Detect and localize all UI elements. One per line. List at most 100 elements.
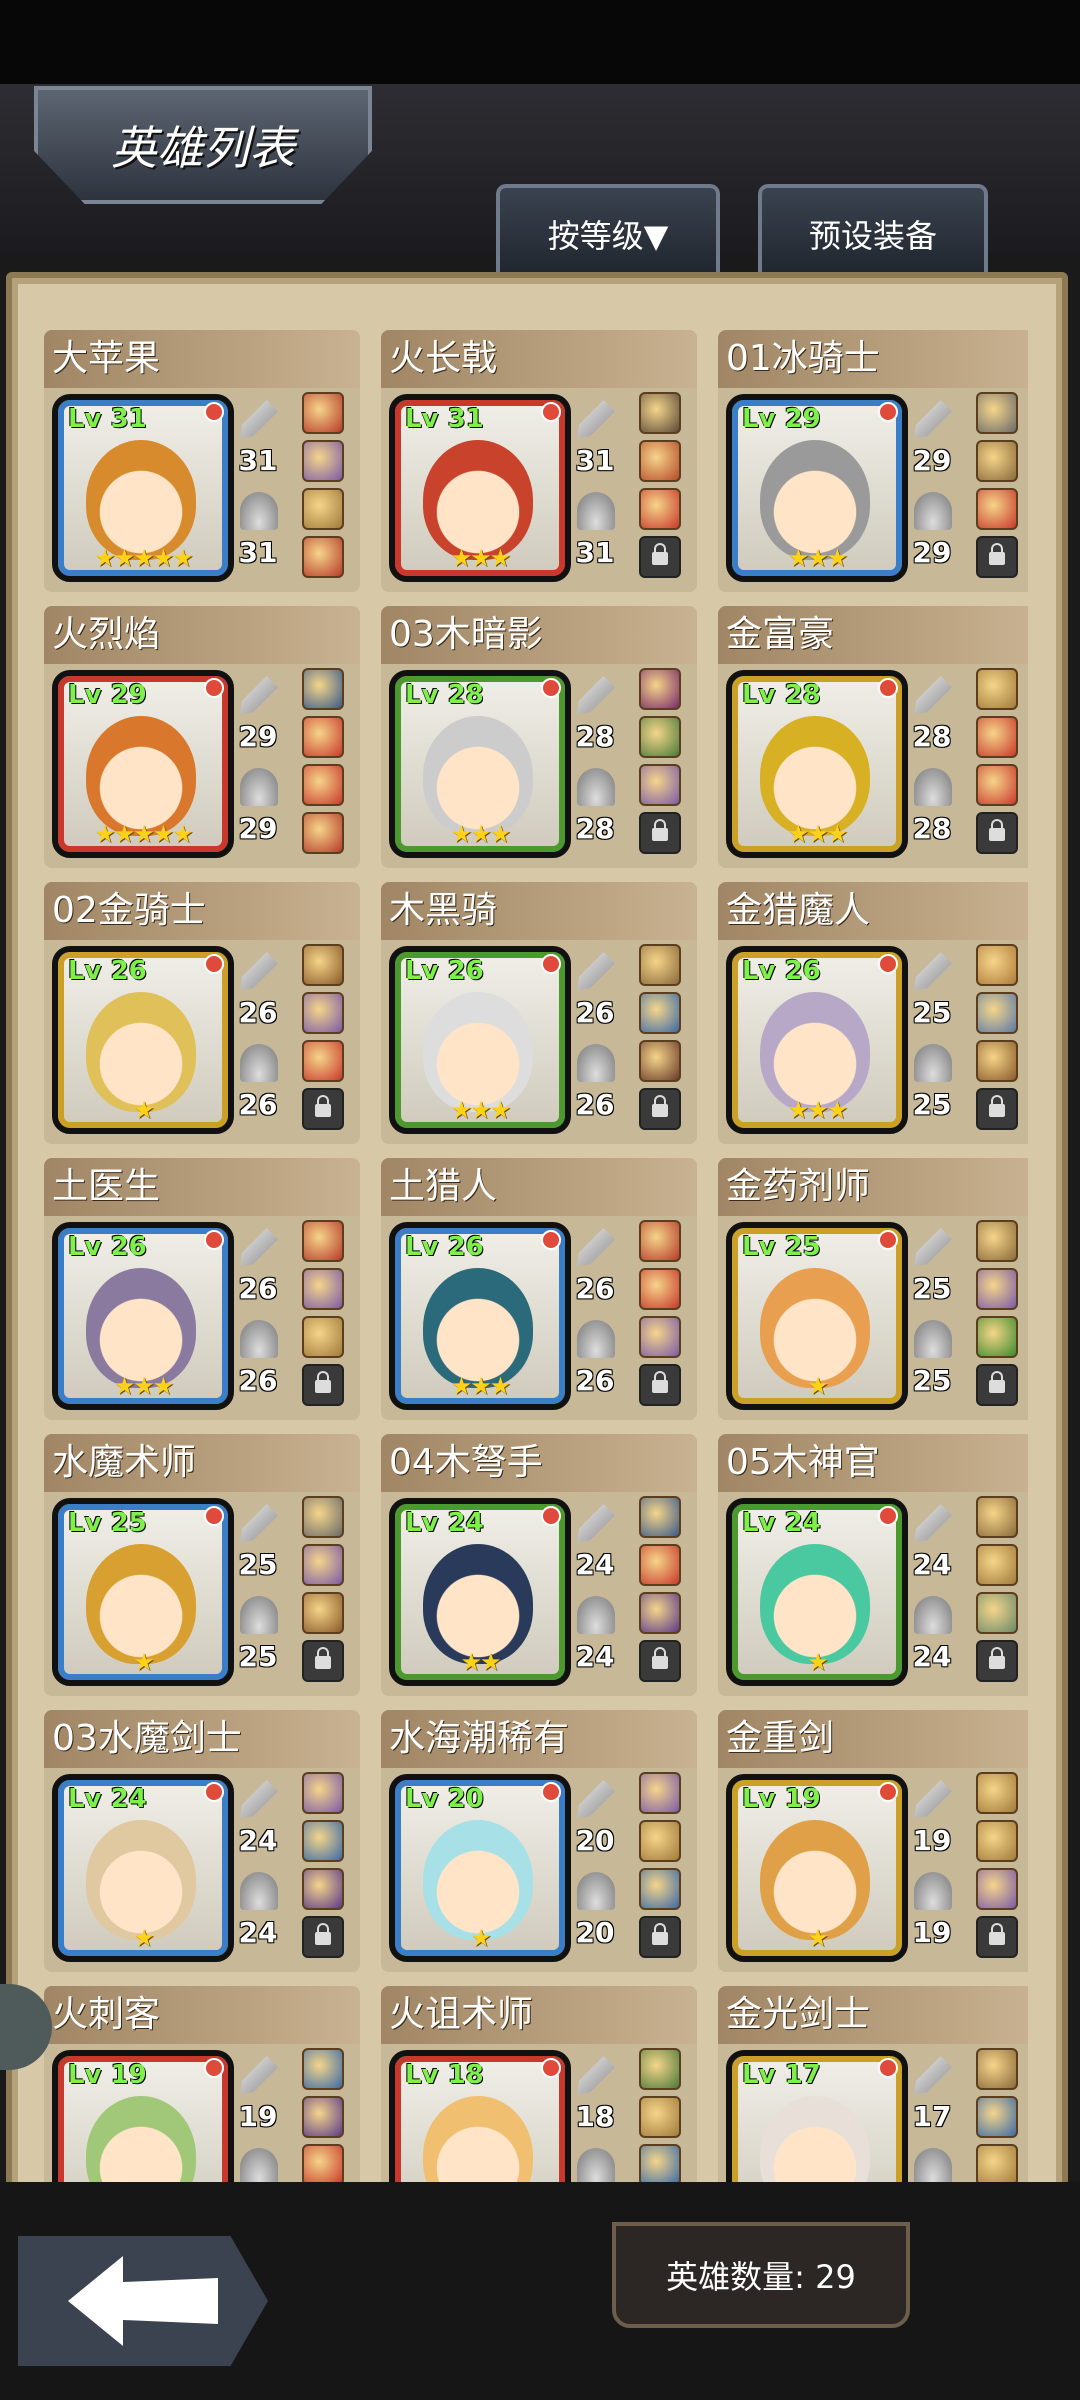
equipment-slot-icon[interactable] <box>639 440 681 482</box>
hero-card[interactable]: 03水魔剑士 Lv 24 ★ 24 24 <box>44 1710 360 1972</box>
hero-portrait[interactable]: Lv 24 ★ <box>726 1498 908 1686</box>
equipment-slot-icon[interactable] <box>639 1040 681 1082</box>
hero-card[interactable]: 01冰骑士 Lv 29 ★★★ 29 29 <box>718 330 1028 592</box>
hero-card[interactable]: 金药剂师 Lv 25 ★ 25 25 <box>718 1158 1028 1420</box>
equipment-slot-icon[interactable] <box>302 668 344 710</box>
locked-slot-icon[interactable] <box>639 1640 681 1682</box>
hero-portrait[interactable]: Lv 28 ★★★ <box>726 670 908 858</box>
equipment-slot-icon[interactable] <box>302 992 344 1034</box>
equipment-slot-icon[interactable] <box>976 1316 1018 1358</box>
equipment-slot-icon[interactable] <box>976 764 1018 806</box>
equipment-slot-icon[interactable] <box>976 440 1018 482</box>
locked-slot-icon[interactable] <box>976 536 1018 578</box>
hero-portrait[interactable]: Lv 24 ★ <box>52 1774 234 1962</box>
hero-portrait[interactable]: Lv 28 ★★★ <box>389 670 571 858</box>
hero-portrait[interactable]: Lv 19 <box>52 2050 234 2182</box>
equipment-slot-icon[interactable] <box>639 764 681 806</box>
equipment-slot-icon[interactable] <box>976 1220 1018 1262</box>
equipment-slot-icon[interactable] <box>302 536 344 578</box>
equipment-slot-icon[interactable] <box>976 1820 1018 1862</box>
hero-portrait[interactable]: Lv 24 ★★ <box>389 1498 571 1686</box>
hero-portrait[interactable]: Lv 25 ★ <box>726 1222 908 1410</box>
hero-card[interactable]: 03木暗影 Lv 28 ★★★ 28 28 <box>381 606 697 868</box>
locked-slot-icon[interactable] <box>302 1364 344 1406</box>
equipment-slot-icon[interactable] <box>302 440 344 482</box>
preset-equipment-button[interactable]: 预设装备 <box>758 184 988 280</box>
hero-card[interactable]: 金光剑士 Lv 17 17 <box>718 1986 1028 2182</box>
equipment-slot-icon[interactable] <box>639 1316 681 1358</box>
equipment-slot-icon[interactable] <box>302 1316 344 1358</box>
hero-portrait[interactable]: Lv 26 ★ <box>52 946 234 1134</box>
hero-card[interactable]: 水海潮稀有 Lv 20 ★ 20 20 <box>381 1710 697 1972</box>
hero-card[interactable]: 金重剑 Lv 19 ★ 19 19 <box>718 1710 1028 1972</box>
equipment-slot-icon[interactable] <box>976 716 1018 758</box>
hero-portrait[interactable]: Lv 20 ★ <box>389 1774 571 1962</box>
equipment-slot-icon[interactable] <box>639 944 681 986</box>
hero-card[interactable]: 火诅术师 Lv 18 18 <box>381 1986 697 2182</box>
hero-portrait[interactable]: Lv 31 ★★★ <box>389 394 571 582</box>
equipment-slot-icon[interactable] <box>639 1820 681 1862</box>
equipment-slot-icon[interactable] <box>302 2144 344 2182</box>
locked-slot-icon[interactable] <box>639 812 681 854</box>
equipment-slot-icon[interactable] <box>976 992 1018 1034</box>
equipment-slot-icon[interactable] <box>639 2144 681 2182</box>
equipment-slot-icon[interactable] <box>639 488 681 530</box>
locked-slot-icon[interactable] <box>976 812 1018 854</box>
hero-card[interactable]: 水魔术师 Lv 25 ★ 25 25 <box>44 1434 360 1696</box>
equipment-slot-icon[interactable] <box>639 716 681 758</box>
equipment-slot-icon[interactable] <box>302 944 344 986</box>
equipment-slot-icon[interactable] <box>976 1772 1018 1814</box>
hero-card[interactable]: 火刺客 Lv 19 19 <box>44 1986 360 2182</box>
equipment-slot-icon[interactable] <box>302 1868 344 1910</box>
equipment-slot-icon[interactable] <box>639 1268 681 1310</box>
hero-card[interactable]: 金富豪 Lv 28 ★★★ 28 28 <box>718 606 1028 868</box>
hero-portrait[interactable]: Lv 26 ★★★ <box>52 1222 234 1410</box>
equipment-slot-icon[interactable] <box>302 812 344 854</box>
equipment-slot-icon[interactable] <box>976 2048 1018 2090</box>
sort-by-level-button[interactable]: 按等级▼ <box>496 184 720 280</box>
locked-slot-icon[interactable] <box>976 1916 1018 1958</box>
equipment-slot-icon[interactable] <box>302 2096 344 2138</box>
hero-card[interactable]: 05木神官 Lv 24 ★ 24 24 <box>718 1434 1028 1696</box>
equipment-slot-icon[interactable] <box>639 992 681 1034</box>
equipment-slot-icon[interactable] <box>639 2048 681 2090</box>
hero-card[interactable]: 火长戟 Lv 31 ★★★ 31 31 <box>381 330 697 592</box>
equipment-slot-icon[interactable] <box>639 1496 681 1538</box>
hero-portrait[interactable]: Lv 29 ★★★ <box>726 394 908 582</box>
back-button[interactable] <box>18 2236 268 2366</box>
equipment-slot-icon[interactable] <box>976 1040 1018 1082</box>
equipment-slot-icon[interactable] <box>976 1268 1018 1310</box>
equipment-slot-icon[interactable] <box>976 2144 1018 2182</box>
equipment-slot-icon[interactable] <box>639 1868 681 1910</box>
equipment-slot-icon[interactable] <box>639 668 681 710</box>
hero-card[interactable]: 土猎人 Lv 26 ★★★ 26 26 <box>381 1158 697 1420</box>
hero-card[interactable]: 木黑骑 Lv 26 ★★★ 26 26 <box>381 882 697 1144</box>
equipment-slot-icon[interactable] <box>976 1868 1018 1910</box>
equipment-slot-icon[interactable] <box>302 1220 344 1262</box>
hero-card[interactable]: 大苹果 Lv 31 ★★★★★ 31 31 <box>44 330 360 592</box>
hero-portrait[interactable]: Lv 25 ★ <box>52 1498 234 1686</box>
equipment-slot-icon[interactable] <box>302 1040 344 1082</box>
equipment-slot-icon[interactable] <box>302 1592 344 1634</box>
equipment-slot-icon[interactable] <box>976 2096 1018 2138</box>
hero-portrait[interactable]: Lv 19 ★ <box>726 1774 908 1962</box>
equipment-slot-icon[interactable] <box>976 1544 1018 1586</box>
hero-card[interactable]: 土医生 Lv 26 ★★★ 26 26 <box>44 1158 360 1420</box>
hero-portrait[interactable]: Lv 18 <box>389 2050 571 2182</box>
equipment-slot-icon[interactable] <box>639 1592 681 1634</box>
equipment-slot-icon[interactable] <box>302 1544 344 1586</box>
equipment-slot-icon[interactable] <box>639 1220 681 1262</box>
locked-slot-icon[interactable] <box>639 1916 681 1958</box>
hero-portrait[interactable]: Lv 26 ★★★ <box>389 946 571 1134</box>
equipment-slot-icon[interactable] <box>302 716 344 758</box>
equipment-slot-icon[interactable] <box>302 2048 344 2090</box>
equipment-slot-icon[interactable] <box>639 392 681 434</box>
hero-portrait[interactable]: Lv 29 ★★★★★ <box>52 670 234 858</box>
locked-slot-icon[interactable] <box>639 1088 681 1130</box>
hero-card[interactable]: 金猎魔人 Lv 26 ★★★ 25 25 <box>718 882 1028 1144</box>
equipment-slot-icon[interactable] <box>639 1772 681 1814</box>
locked-slot-icon[interactable] <box>302 1088 344 1130</box>
equipment-slot-icon[interactable] <box>976 944 1018 986</box>
equipment-slot-icon[interactable] <box>976 392 1018 434</box>
hero-portrait[interactable]: Lv 31 ★★★★★ <box>52 394 234 582</box>
